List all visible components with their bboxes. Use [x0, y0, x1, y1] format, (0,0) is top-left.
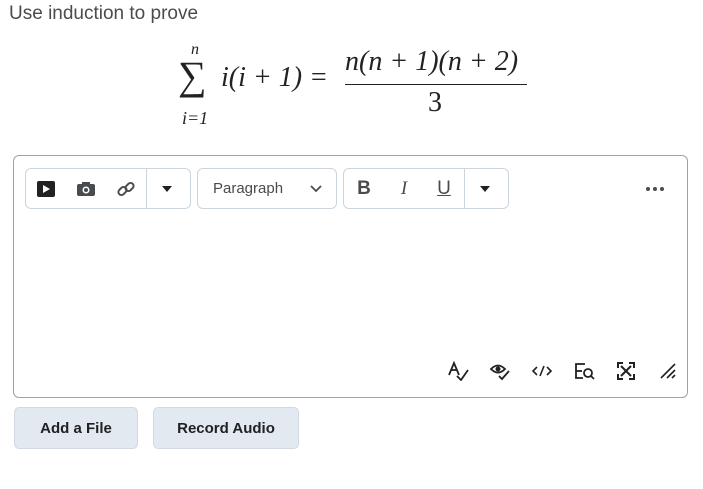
formula-denominator: 3 — [428, 87, 442, 118]
rich-text-editor[interactable]: Paragraph B I U — [13, 155, 688, 398]
insert-video-button[interactable] — [26, 169, 66, 208]
fullscreen-icon — [617, 362, 635, 380]
formula-lhs: i(i + 1) = — [221, 62, 328, 93]
italic-button[interactable]: I — [384, 169, 424, 208]
accessibility-check-icon — [489, 364, 510, 381]
video-icon — [37, 180, 55, 197]
link-icon — [117, 181, 135, 196]
block-format-select[interactable]: Paragraph — [197, 168, 337, 209]
question-prompt: Use induction to prove — [9, 3, 199, 24]
block-format-value: Paragraph — [213, 180, 284, 197]
more-format-dropdown[interactable] — [465, 169, 505, 208]
insert-image-button[interactable] — [66, 169, 106, 208]
resize-handle[interactable] — [649, 358, 687, 384]
more-actions-button[interactable] — [644, 178, 666, 200]
spellcheck-button[interactable] — [439, 358, 477, 384]
insert-toolbar-group — [25, 168, 191, 209]
caret-down-icon — [480, 185, 490, 192]
insert-link-button[interactable] — [106, 169, 146, 208]
fullscreen-button[interactable] — [607, 358, 645, 384]
sum-lower-limit: i=1 — [182, 108, 209, 128]
resize-icon — [660, 363, 676, 379]
preview-button[interactable] — [565, 358, 603, 384]
accessibility-check-button[interactable] — [481, 358, 519, 384]
source-code-button[interactable] — [523, 358, 561, 384]
formula-numerator: n(n + 1)(n + 2) — [345, 46, 519, 77]
record-audio-button[interactable]: Record Audio — [153, 407, 299, 449]
camera-icon — [77, 181, 95, 196]
chevron-down-icon — [310, 184, 322, 192]
caret-down-icon — [162, 185, 172, 192]
bold-button[interactable]: B — [344, 169, 384, 208]
underline-button[interactable]: U — [424, 169, 464, 208]
editor-status-tools — [439, 358, 687, 384]
format-toolbar-group: B I U — [343, 168, 509, 209]
add-file-button[interactable]: Add a File — [14, 407, 138, 449]
sigma-symbol: ∑ — [178, 53, 207, 98]
more-insert-dropdown[interactable] — [147, 169, 187, 208]
code-icon — [531, 365, 553, 377]
fraction-bar — [345, 84, 527, 85]
editor-content-area[interactable] — [14, 216, 687, 354]
ellipsis-icon — [646, 187, 664, 191]
spellcheck-icon — [448, 361, 469, 381]
preview-icon — [575, 363, 595, 380]
